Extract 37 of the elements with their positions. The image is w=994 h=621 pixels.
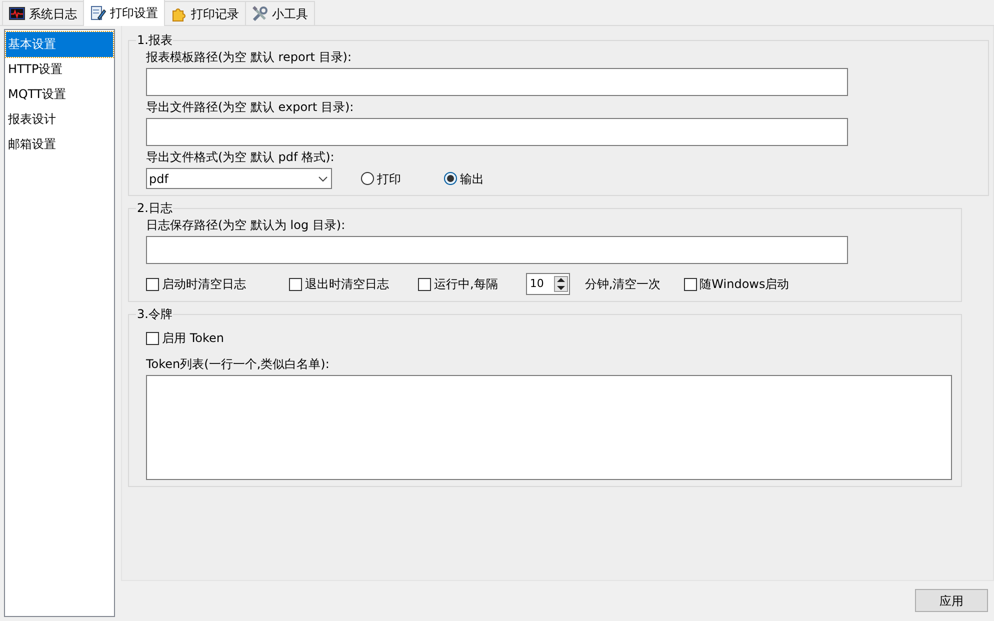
checkbox[interactable]: 启动时清空日志 — [146, 275, 246, 293]
checkbox[interactable]: 随Windows启动 — [684, 275, 790, 293]
document-pencil-icon — [90, 5, 106, 21]
format-dropdown[interactable]: pdf — [146, 168, 332, 189]
group-title: 3.令牌 — [136, 308, 174, 320]
puzzle-icon — [171, 6, 187, 22]
spin-arrows-icon — [554, 276, 568, 292]
checkbox[interactable]: 启用 Token — [146, 329, 953, 347]
field-label: Token列表(一行一个,类似白名单): — [146, 356, 330, 372]
path-field[interactable] — [146, 236, 848, 264]
checkbox[interactable]: 运行中,每隔 — [418, 275, 498, 293]
sidebar-item[interactable]: 基本设置 — [6, 32, 113, 57]
sidebar-item[interactable]: 邮箱设置 — [6, 132, 113, 157]
monitor-icon — [9, 6, 25, 20]
path-field[interactable] — [146, 118, 848, 146]
caret-icon — [318, 176, 328, 182]
field-label: 日志保存路径(为空 默认为 log 目录): — [146, 217, 346, 233]
radio-button[interactable]: 打印 — [361, 170, 401, 188]
field-label: 导出文件格式(为空 默认 pdf 格式): — [146, 149, 336, 165]
tab[interactable]: 打印设置 — [83, 0, 165, 26]
sidebar-item[interactable]: HTTP设置 — [6, 57, 113, 82]
group-box: 2.日志 日志保存路径(为空 默认为 log 目录): 启动时清空日志 退出时清空日志 运行中,每隔 10 分钟,清空一次 随Windows启动 — [128, 202, 962, 302]
field-label: 导出文件路径(为空 默认 export 目录): — [146, 99, 355, 115]
radio-button[interactable]: 输出 — [444, 170, 484, 188]
number-spinner[interactable]: 10 — [526, 273, 570, 295]
group-title: 1.报表 — [136, 34, 174, 46]
path-field[interactable] — [146, 68, 848, 96]
apply-button[interactable]: 应用 — [915, 589, 988, 612]
tab[interactable]: 系统日志 — [2, 1, 84, 25]
token-list-field[interactable] — [146, 375, 952, 480]
sidebar-item[interactable]: MQTT设置 — [6, 82, 113, 107]
field-label: 报表模板路径(为空 默认 report 目录): — [146, 49, 352, 65]
checkbox[interactable]: 退出时清空日志 — [289, 275, 389, 293]
tools-icon — [252, 6, 268, 22]
group-title: 2.日志 — [136, 202, 174, 214]
sidebar-item[interactable]: 报表设计 — [6, 107, 113, 132]
tab[interactable]: 小工具 — [245, 1, 315, 25]
